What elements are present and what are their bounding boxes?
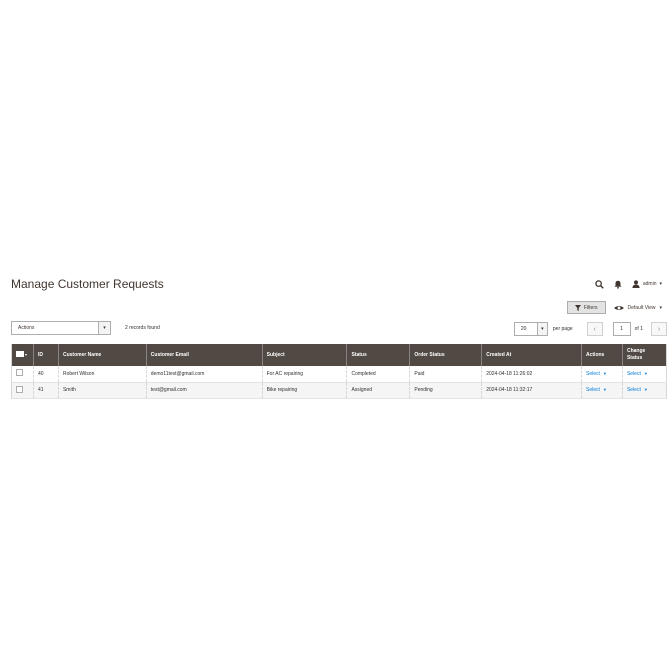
per-page-select[interactable]: 20 ▾ xyxy=(513,322,548,336)
filters-button[interactable]: Filters xyxy=(566,301,606,314)
row-change-status-select[interactable]: Select ▼ xyxy=(627,371,648,377)
admin-user-menu[interactable]: admin ▾ xyxy=(632,280,662,288)
cell-status: Assigned xyxy=(346,382,410,398)
cell-subject: For AC repairing xyxy=(261,366,347,382)
mass-select-header[interactable]: ▾ xyxy=(11,344,34,366)
page-count: of 1 xyxy=(634,326,643,332)
chevron-down-icon: ▼ xyxy=(602,370,607,376)
pager: 20 ▾ per page ‹ 1 of 1 › xyxy=(513,322,667,336)
mass-actions-value: Actions xyxy=(18,325,35,331)
row-checkbox[interactable] xyxy=(16,385,23,393)
column-header-change-status: Change Status xyxy=(621,344,667,366)
chevron-down-icon: ▾ xyxy=(98,322,110,334)
current-page-input[interactable]: 1 xyxy=(612,322,631,336)
row-action-select[interactable]: Select ▼ xyxy=(586,387,607,393)
per-page-value: 20 xyxy=(520,326,527,332)
filters-label: Filters xyxy=(583,304,598,311)
chevron-down-icon: ▾ xyxy=(659,281,662,287)
bell-icon[interactable] xyxy=(614,280,622,289)
cell-id: 40 xyxy=(32,366,59,382)
row-action-select[interactable]: Select ▼ xyxy=(586,371,607,377)
cell-id: 41 xyxy=(32,382,59,398)
chevron-down-icon: ▼ xyxy=(643,387,648,392)
cell-status: Completed xyxy=(346,366,410,382)
column-header-order-status[interactable]: Order Status xyxy=(409,344,482,366)
table-row: 41 Smith test@gmail.com Bike repairing A… xyxy=(11,382,667,398)
header-actions: admin ▾ xyxy=(595,277,662,291)
mass-select-checkbox[interactable]: ▾ xyxy=(16,351,27,357)
cell-created-at: 2024-04-18 11:32:17 xyxy=(481,382,582,398)
chevron-down-icon: ▾ xyxy=(659,304,662,311)
table-row: 40 Robert Wilson demo11test@gmail.com Fo… xyxy=(11,366,667,382)
cell-customer-email: demo11test@gmail.com xyxy=(145,366,263,382)
cell-order-status: Paid xyxy=(409,366,482,382)
column-header-id[interactable]: ID xyxy=(32,344,59,366)
cell-subject: Bike repairing xyxy=(261,382,347,398)
filter-icon xyxy=(574,304,581,311)
chevron-down-icon: ▾ xyxy=(536,323,547,335)
row-checkbox-cell xyxy=(11,382,34,398)
cell-customer-name: Robert Wilson xyxy=(57,366,147,382)
cell-actions: Select ▼ xyxy=(581,382,623,398)
default-view-dropdown[interactable]: Default View ▾ xyxy=(613,304,662,311)
column-header-actions: Actions xyxy=(581,344,623,366)
column-header-created-at[interactable]: Created At xyxy=(481,344,582,366)
records-found: 2 records found xyxy=(125,325,160,331)
cell-order-status: Pending xyxy=(409,382,482,398)
chevron-down-icon: ▼ xyxy=(602,387,607,392)
grid-toolbar: Filters Default View ▾ xyxy=(566,301,662,314)
column-header-subject[interactable]: Subject xyxy=(261,344,347,366)
previous-page-button[interactable]: ‹ xyxy=(586,322,603,336)
cell-change-status: Select ▼ xyxy=(621,382,667,398)
search-icon[interactable] xyxy=(595,279,604,289)
user-icon xyxy=(632,280,640,288)
customer-requests-grid: ▾ ID Customer Name Customer Email Subjec… xyxy=(11,344,667,399)
page-title: Manage Customer Requests xyxy=(11,277,164,291)
row-checkbox[interactable] xyxy=(16,369,23,377)
admin-username: admin xyxy=(642,281,657,287)
cell-actions: Select ▼ xyxy=(581,366,623,382)
cell-customer-name: Smith xyxy=(57,382,147,398)
column-header-status[interactable]: Status xyxy=(346,344,410,366)
default-view-label: Default View xyxy=(627,304,656,311)
next-page-button[interactable]: › xyxy=(651,322,667,336)
mass-actions-select[interactable]: Actions ▾ xyxy=(11,321,111,335)
per-page-label: per page xyxy=(552,326,573,332)
grid-header-row: ▾ ID Customer Name Customer Email Subjec… xyxy=(11,344,667,366)
row-checkbox-cell xyxy=(11,366,34,382)
chevron-down-icon: ▼ xyxy=(643,370,648,376)
row-change-status-select[interactable]: Select ▼ xyxy=(627,387,648,393)
eye-icon xyxy=(613,305,624,310)
column-header-customer-name[interactable]: Customer Name xyxy=(57,344,147,366)
cell-customer-email: test@gmail.com xyxy=(145,382,263,398)
cell-created-at: 2024-04-18 11:26:02 xyxy=(481,366,582,382)
cell-change-status: Select ▼ xyxy=(621,366,667,382)
column-header-customer-email[interactable]: Customer Email xyxy=(145,344,263,366)
